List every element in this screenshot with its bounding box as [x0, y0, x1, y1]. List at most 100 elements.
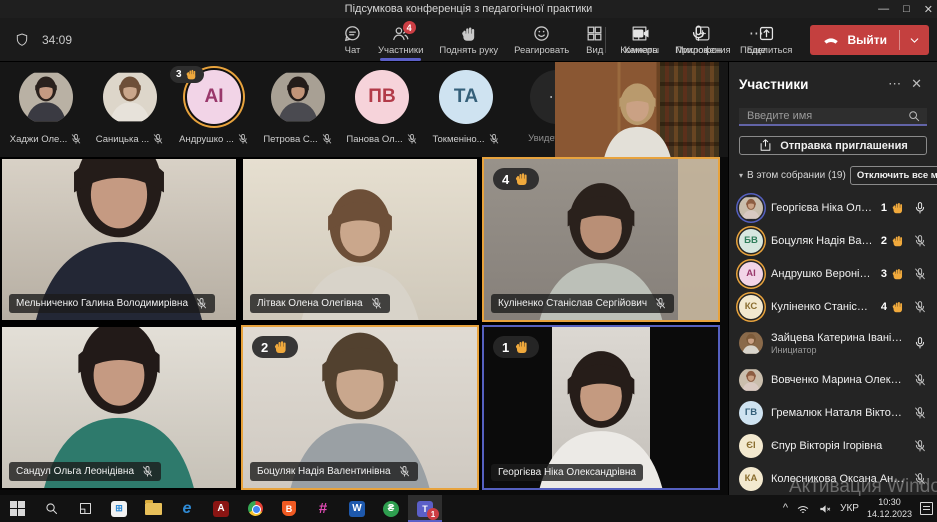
teams-app-icon[interactable]: T 1 [408, 495, 442, 522]
hand-icon [185, 68, 198, 81]
participants-badge: 4 [403, 21, 416, 34]
raise-hand-button[interactable]: Поднять руку [431, 18, 506, 62]
show-hidden-icons-button[interactable]: ^ [783, 503, 788, 514]
microphone-button[interactable]: Микрофон [668, 24, 730, 56]
participants-button[interactable]: 4 Участники [370, 18, 431, 62]
mic-muted-icon[interactable] [913, 472, 927, 486]
brave-app-icon[interactable]: B [272, 495, 306, 522]
panel-more-button[interactable]: ⋯ [883, 76, 906, 92]
search-box [739, 108, 927, 126]
file-explorer-icon[interactable] [136, 495, 170, 522]
participant-row[interactable]: АІ Андрушко Вероніка Іго... 3 [739, 257, 927, 290]
network-icon[interactable] [796, 502, 810, 516]
video-stage: Хаджи Оле... Саницька ... 3 АІ Андрушко … [0, 62, 728, 495]
leave-button[interactable]: Выйти [810, 25, 899, 55]
participant-name: Мельниченко Галина Володимирівна [16, 298, 188, 309]
participant-name: Єпур Вікторія Ігорівна [771, 440, 905, 452]
video-tile[interactable]: Літвак Олена Олегівна [241, 157, 479, 322]
participant-name: Боцуляк Надія Валенти... [771, 235, 873, 247]
title-bar: Підсумкова конференція з педагогічної пр… [0, 0, 937, 18]
participant-row[interactable]: ЄІ Єпур Вікторія Ігорівна [739, 429, 927, 462]
keyboard-language[interactable]: УКР [840, 503, 859, 514]
teams-meeting-window: Підсумкова конференція з педагогічної пр… [0, 0, 937, 522]
filmstrip-item[interactable]: Хаджи Оле... [14, 70, 78, 145]
react-button[interactable]: Реагировать [506, 18, 577, 62]
host-video-thumbnail[interactable] [555, 62, 719, 157]
smiley-icon [532, 24, 551, 43]
video-tile[interactable]: Мельниченко Галина Володимирівна [0, 157, 238, 322]
toolbar-divider [605, 27, 606, 53]
participant-row[interactable]: КС Куліненко Станіслав Се... 4 [739, 290, 927, 323]
maximize-button[interactable]: □ [903, 3, 910, 15]
hand-order-number: 3 [176, 69, 182, 80]
participant-name: Сандул Ольга Леонідівна [16, 466, 134, 477]
filmstrip-item[interactable]: Петрова С... [266, 70, 330, 145]
hand-order-number: 1 [881, 202, 887, 214]
chat-icon [343, 24, 362, 43]
hand-icon [514, 339, 530, 355]
mic-muted-icon[interactable] [913, 267, 927, 281]
share-screen-icon [757, 24, 776, 43]
camera-button[interactable]: Камера [616, 24, 665, 56]
word-app-icon[interactable]: W [340, 495, 374, 522]
hash-icon: # [319, 500, 327, 517]
action-center-icon[interactable] [920, 502, 933, 515]
chrome-app-icon[interactable] [238, 495, 272, 522]
hand-order-number: 4 [881, 301, 887, 313]
invite-button[interactable]: Отправка приглашения [739, 136, 927, 155]
search-input[interactable] [745, 109, 907, 123]
participant-row[interactable]: Вовченко Марина Олександрів... [739, 363, 927, 396]
pdf-icon: A [213, 501, 229, 517]
avatar [271, 70, 325, 124]
participant-row[interactable]: КА Колесникова Оксана Анатоліївна [739, 462, 927, 495]
panel-title: Участники [739, 77, 883, 92]
start-button[interactable] [0, 495, 34, 522]
video-tile[interactable]: 1 Георгієва Ніка Олександрівна [482, 325, 720, 490]
hand-icon [273, 339, 289, 355]
filmstrip-item[interactable]: 3 АІ Андрушко ... [182, 70, 246, 145]
filmstrip-item[interactable]: ТА Токменіно... [434, 70, 498, 145]
hash-app-icon[interactable]: # [306, 495, 340, 522]
microphone-label: Микрофон [676, 45, 722, 56]
green-app-icon[interactable]: ₴ [374, 495, 408, 522]
panel-close-button[interactable]: ✕ [906, 76, 927, 92]
video-tile[interactable]: 2 Боцуляк Надія Валентинівна [241, 325, 479, 490]
chat-button[interactable]: Чат [335, 18, 370, 62]
acrobat-app-icon[interactable]: A [204, 495, 238, 522]
mic-muted-icon[interactable] [913, 439, 927, 453]
speaker-muted-icon[interactable] [818, 502, 832, 516]
participant-row[interactable]: БВ Боцуляк Надія Валенти... 2 [739, 224, 927, 257]
mic-on-icon[interactable] [913, 201, 927, 215]
video-tile[interactable]: 4 Куліненко Станіслав Сергійович [482, 157, 720, 322]
mic-muted-icon[interactable] [913, 300, 927, 314]
camera-icon [631, 24, 651, 43]
section-chevron-icon[interactable]: ▾ [739, 171, 743, 180]
leave-options-button[interactable] [900, 25, 929, 55]
mic-on-icon[interactable] [913, 336, 927, 350]
close-button[interactable]: ✕ [924, 3, 933, 16]
taskbar-search-button[interactable] [34, 495, 68, 522]
taskbar-time: 10:30 [867, 497, 912, 508]
video-tile[interactable]: Сандул Ольга Леонідівна [0, 325, 238, 490]
participant-name: Гремалюк Наталя Вікторівна [771, 407, 905, 419]
mic-muted-icon[interactable] [913, 234, 927, 248]
mic-muted-icon [321, 133, 333, 145]
mute-all-button[interactable]: Отключить все мик... [850, 166, 937, 185]
participant-row[interactable]: Зайцева Катерина Іванівна Инициатор [739, 323, 927, 363]
task-view-button[interactable] [68, 495, 102, 522]
minimize-button[interactable]: — [878, 3, 889, 15]
mic-muted-icon [152, 133, 164, 145]
filmstrip-item[interactable]: Саницька ... [98, 70, 162, 145]
avatar-initials: ПВ [355, 70, 409, 124]
taskbar-clock[interactable]: 10:30 14.12.2023 [867, 497, 912, 520]
edge-app-icon[interactable]: e [170, 495, 204, 522]
filmstrip-item[interactable]: ПВ Панова Ол... [350, 70, 414, 145]
participant-row[interactable]: ГВ Гремалюк Наталя Вікторівна [739, 396, 927, 429]
participant-list: Георгієва Ніка Олексан... 1 БВ Боцуляк Н… [739, 191, 927, 495]
store-app-icon[interactable]: ⊞ [102, 495, 136, 522]
participant-row[interactable]: Георгієва Ніка Олексан... 1 [739, 191, 927, 224]
mic-muted-icon[interactable] [913, 406, 927, 420]
share-screen-button[interactable]: Поделиться [732, 24, 800, 56]
avatar-initials: АІ [739, 262, 763, 286]
mic-muted-icon[interactable] [913, 373, 927, 387]
